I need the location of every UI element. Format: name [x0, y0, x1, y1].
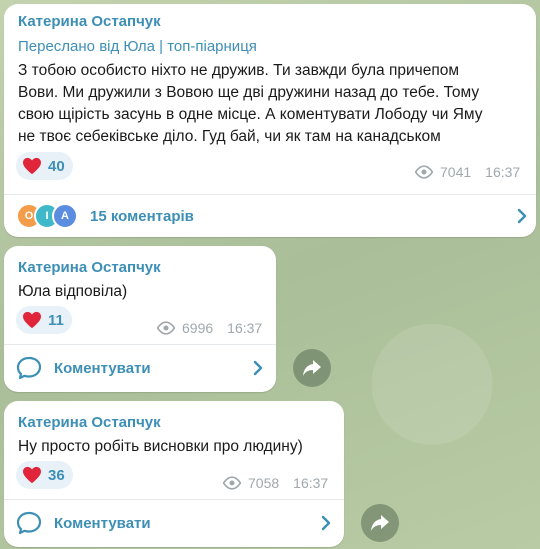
- heart-icon: [23, 157, 41, 175]
- message-meta: 7041 16:37: [414, 164, 520, 180]
- view-count: 7058: [248, 475, 280, 491]
- heart-reaction[interactable]: 11: [16, 306, 72, 334]
- comments-label: 15 коментарів: [90, 207, 194, 225]
- sender-name[interactable]: Катерина Остапчук: [18, 259, 161, 276]
- chevron-right-icon: [253, 360, 263, 376]
- heart-reaction[interactable]: 40: [16, 152, 73, 180]
- heart-reaction[interactable]: 36: [16, 461, 73, 489]
- message-line: свою щірість засунь в одне місце. А коме…: [18, 106, 483, 123]
- eye-icon: [222, 476, 242, 490]
- divider: [4, 194, 536, 195]
- heart-icon: [23, 466, 41, 484]
- message-line: З тобою особисто ніхто не дружив. Ти зав…: [18, 62, 460, 79]
- message-bubble[interactable]: Катерина Остапчук Юла відповіла) 11 6996…: [4, 246, 276, 392]
- comment-bubble-icon: [16, 511, 42, 535]
- message-text: З тобою особисто ніхто не дружив. Ти зав…: [18, 60, 530, 148]
- share-button[interactable]: [361, 504, 399, 542]
- message-time: 16:37: [293, 475, 329, 491]
- reaction-count: 40: [48, 157, 65, 175]
- chevron-right-icon: [517, 208, 527, 224]
- comment-avatars: O I A: [16, 203, 78, 229]
- message-bubble[interactable]: Катерина Остапчук Переслано від Юла | то…: [4, 4, 536, 237]
- comment-label: Коментувати: [54, 514, 151, 532]
- reaction-count: 36: [48, 466, 65, 484]
- eye-icon: [414, 165, 434, 179]
- divider: [4, 499, 344, 500]
- message-line: не твоє себеківське діло. Гуд бай, чи як…: [18, 128, 441, 145]
- divider: [4, 344, 276, 345]
- comment-button[interactable]: Коментувати: [16, 507, 332, 539]
- eye-icon: [156, 321, 176, 335]
- avatar: A: [52, 203, 78, 229]
- comments-button[interactable]: O I A 15 коментарів: [16, 200, 528, 232]
- view-count: 6996: [182, 320, 214, 336]
- message-meta: 6996 16:37: [156, 320, 262, 336]
- share-arrow-icon: [303, 360, 321, 376]
- comment-button[interactable]: Коментувати: [16, 352, 264, 384]
- forwarded-from[interactable]: Переслано від Юла | топ-піарниця: [18, 38, 257, 55]
- chevron-right-icon: [321, 515, 331, 531]
- message-line: Вови. Ми дружили з Вовою ще дві дружини …: [18, 84, 480, 101]
- share-button[interactable]: [293, 349, 331, 387]
- message-time: 16:37: [227, 320, 263, 336]
- message-time: 16:37: [485, 164, 521, 180]
- heart-icon: [23, 311, 41, 329]
- message-bubble[interactable]: Катерина Остапчук Ну просто робіть висно…: [4, 401, 344, 547]
- message-line: Ну просто робіть висновки про людину): [18, 438, 303, 455]
- share-arrow-icon: [371, 515, 389, 531]
- sender-name[interactable]: Катерина Остапчук: [18, 13, 161, 30]
- sender-name[interactable]: Катерина Остапчук: [18, 414, 161, 431]
- message-text: Юла відповіла): [18, 281, 127, 303]
- comment-bubble-icon: [16, 356, 42, 380]
- message-text: Ну просто робіть висновки про людину): [18, 436, 303, 458]
- comment-label: Коментувати: [54, 359, 151, 377]
- reaction-count: 11: [48, 311, 64, 329]
- message-line: Юла відповіла): [18, 283, 128, 300]
- view-count: 7041: [440, 164, 472, 180]
- message-meta: 7058 16:37: [222, 475, 328, 491]
